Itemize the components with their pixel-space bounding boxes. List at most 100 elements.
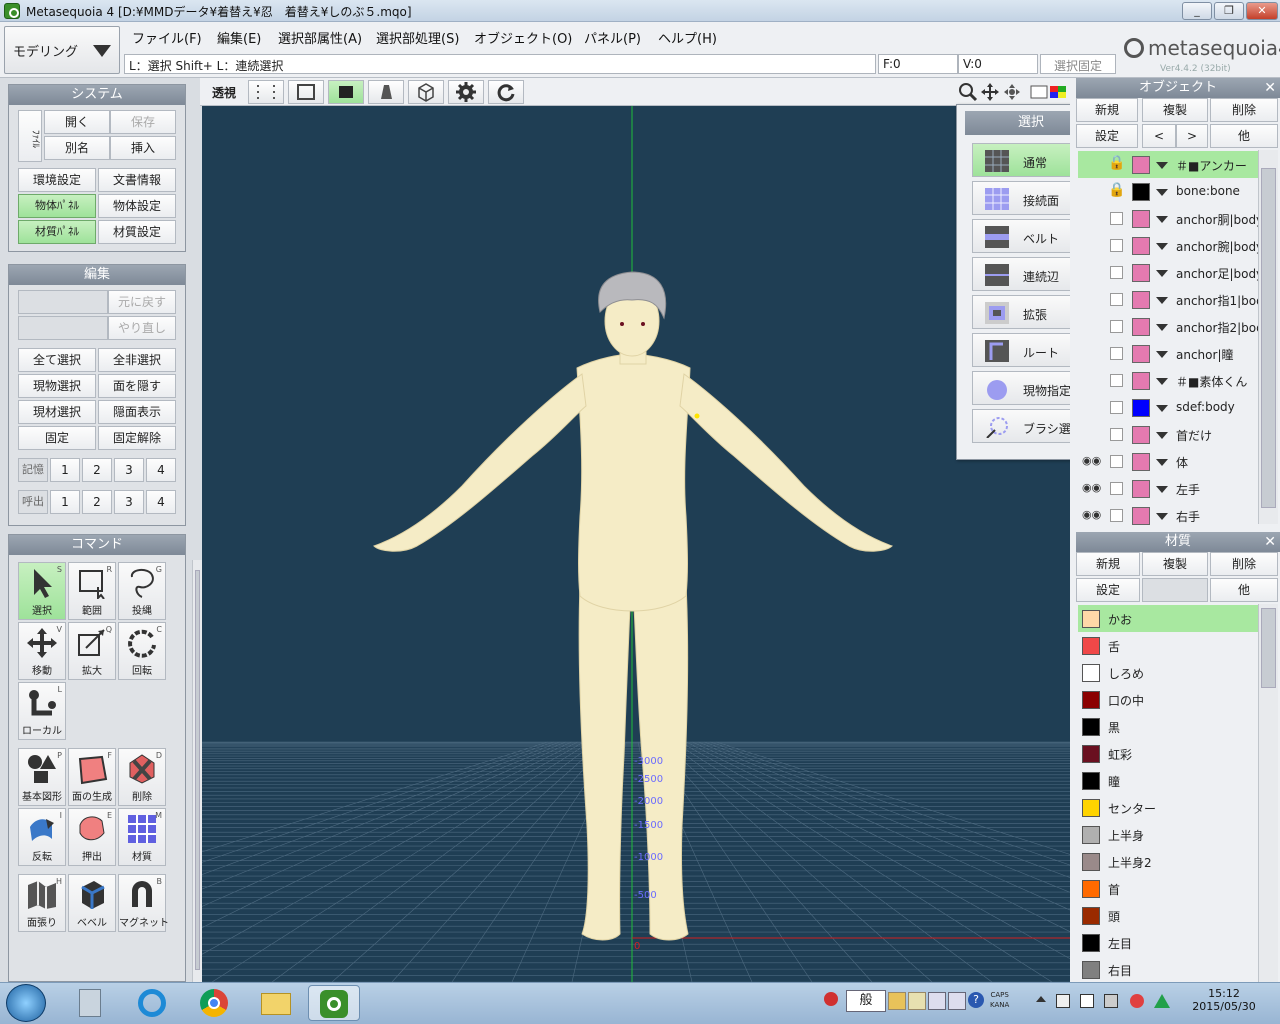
system-clock[interactable]: 15:12 2015/05/30 (1180, 987, 1268, 1013)
lock-icon[interactable]: 🔒 (1108, 182, 1125, 198)
tray-alert-icon[interactable] (824, 992, 838, 1006)
expand-icon[interactable] (1156, 189, 1168, 196)
object-row[interactable]: anchor指1|bod (1078, 286, 1258, 313)
material-color-swatch[interactable] (1082, 961, 1100, 979)
object-prev-button[interactable]: < (1142, 124, 1176, 148)
menu-object[interactable]: オブジェクト(O) (474, 28, 572, 47)
material-color-swatch[interactable] (1082, 853, 1100, 871)
close-icon[interactable]: ✕ (1264, 532, 1276, 552)
object-color-swatch[interactable] (1132, 291, 1150, 309)
material-row[interactable]: 口の中 (1078, 686, 1258, 713)
command-scale-button[interactable]: Q 拡大 (68, 622, 116, 680)
maximize-button[interactable]: ❐ (1214, 2, 1244, 20)
material-delete-button[interactable]: 削除 (1210, 552, 1278, 576)
hide-faces-button[interactable]: 面を隠す (98, 374, 176, 398)
tray-device-icon[interactable] (1056, 994, 1070, 1008)
tray-flag-icon[interactable] (1080, 994, 1094, 1008)
material-color-swatch[interactable] (1082, 745, 1100, 763)
material-panel-toggle[interactable]: 材質ﾊﾟﾈﾙ (18, 220, 96, 244)
material-color-swatch[interactable] (1082, 826, 1100, 844)
expand-icon[interactable] (1156, 243, 1168, 250)
lock-checkbox[interactable] (1110, 428, 1123, 441)
lock-checkbox[interactable] (1110, 347, 1123, 360)
material-row[interactable]: 虹彩 (1078, 740, 1258, 767)
recall-slot-3[interactable]: 3 (114, 490, 144, 514)
bounding-box-button[interactable] (408, 80, 444, 104)
command-rotate-button[interactable]: C 回転 (118, 622, 166, 680)
app-icon[interactable] (4, 3, 20, 19)
refresh-button[interactable] (488, 80, 524, 104)
mode-dropdown[interactable]: モデリング (4, 26, 120, 74)
object-row[interactable]: anchor胴|body (1078, 205, 1258, 232)
object-color-swatch[interactable] (1132, 507, 1150, 525)
object-settings-button[interactable]: 設定 (1076, 124, 1138, 148)
view-settings-button[interactable] (448, 80, 484, 104)
material-color-swatch[interactable] (1082, 610, 1100, 628)
material-row[interactable]: 首 (1078, 875, 1258, 902)
object-row[interactable]: 首だけ (1078, 421, 1258, 448)
object-delete-button[interactable]: 削除 (1210, 98, 1278, 122)
ime-mode-indicator[interactable]: 般 (846, 990, 886, 1012)
object-list-scrollbar[interactable] (1258, 150, 1278, 524)
metasequoia-taskbar-icon[interactable] (308, 985, 360, 1021)
command-lasso-button[interactable]: G 投縄 (118, 562, 166, 620)
material-color-swatch[interactable] (1082, 718, 1100, 736)
vertex-view-button[interactable] (248, 80, 284, 104)
lock-checkbox[interactable] (1110, 320, 1123, 333)
object-row[interactable]: anchor|瞳 (1078, 340, 1258, 367)
texture-view-button[interactable] (368, 80, 404, 104)
material-row[interactable]: 上半身 (1078, 821, 1258, 848)
command-face-create-button[interactable]: F 面の生成 (68, 748, 116, 806)
preferences-button[interactable]: 環境設定 (18, 168, 96, 192)
lock-checkbox[interactable] (1110, 293, 1123, 306)
object-row[interactable]: anchor腕|body (1078, 232, 1258, 259)
document-info-button[interactable]: 文書情報 (98, 168, 176, 192)
material-color-swatch[interactable] (1082, 637, 1100, 655)
object-row[interactable]: ◉◉ 左手 (1078, 475, 1258, 502)
object-new-button[interactable]: 新規 (1076, 98, 1138, 122)
zoom-icon[interactable] (958, 82, 978, 102)
material-color-swatch[interactable] (1082, 880, 1100, 898)
object-other-button[interactable]: 他 (1210, 124, 1278, 148)
object-row[interactable]: 🔒 ＃■アンカー (1078, 151, 1258, 178)
object-color-swatch[interactable] (1132, 264, 1150, 282)
lock-checkbox[interactable] (1110, 239, 1123, 252)
material-color-swatch[interactable] (1082, 907, 1100, 925)
command-face-stretch-button[interactable]: H 面張り (18, 874, 66, 932)
expand-icon[interactable] (1156, 486, 1168, 493)
internet-explorer-taskbar-icon[interactable] (126, 985, 178, 1021)
object-panel-toggle[interactable]: 物体ﾊﾟﾈﾙ (18, 194, 96, 218)
ime-options-icon[interactable] (948, 992, 966, 1010)
memory-slot-2[interactable]: 2 (82, 458, 112, 482)
lock-checkbox[interactable] (1110, 266, 1123, 279)
object-color-swatch[interactable] (1132, 372, 1150, 390)
menu-selection-process[interactable]: 選択部処理(S) (376, 28, 459, 47)
3d-viewport[interactable]: -3000 -2500 -2000 -1500 -1000 -500 0 (202, 106, 1070, 982)
object-color-swatch[interactable] (1132, 318, 1150, 336)
lock-checkbox[interactable] (1110, 509, 1123, 522)
object-color-swatch[interactable] (1132, 453, 1150, 471)
recall-slot-4[interactable]: 4 (146, 490, 176, 514)
command-arrow-button[interactable]: S 選択 (18, 562, 66, 620)
show-hidden-icons-icon[interactable] (1036, 996, 1046, 1002)
expand-icon[interactable] (1156, 459, 1168, 466)
expand-icon[interactable] (1156, 351, 1168, 358)
expand-icon[interactable] (1156, 297, 1168, 304)
orbit-icon[interactable] (1002, 82, 1022, 102)
material-row[interactable]: 舌 (1078, 632, 1258, 659)
material-duplicate-button[interactable]: 複製 (1142, 552, 1208, 576)
recall-slot-1[interactable]: 1 (50, 490, 80, 514)
material-color-swatch[interactable] (1082, 934, 1100, 952)
file-tab[interactable]: ﾌｧｲﾙ (18, 110, 42, 162)
material-other-button[interactable]: 他 (1210, 578, 1278, 602)
lock-checkbox[interactable] (1110, 212, 1123, 225)
material-settings-button[interactable]: 材質設定 (98, 220, 176, 244)
object-row[interactable]: ＃■素体くん (1078, 367, 1258, 394)
layout-icon[interactable] (1030, 84, 1070, 102)
google-drive-icon[interactable] (1154, 994, 1170, 1008)
start-button[interactable] (6, 984, 46, 1022)
pan-icon[interactable] (980, 82, 1000, 102)
ime-dictionary-icon[interactable] (888, 992, 906, 1010)
eye-icon[interactable]: ◉◉ (1082, 481, 1101, 494)
wireframe-view-button[interactable] (288, 80, 324, 104)
